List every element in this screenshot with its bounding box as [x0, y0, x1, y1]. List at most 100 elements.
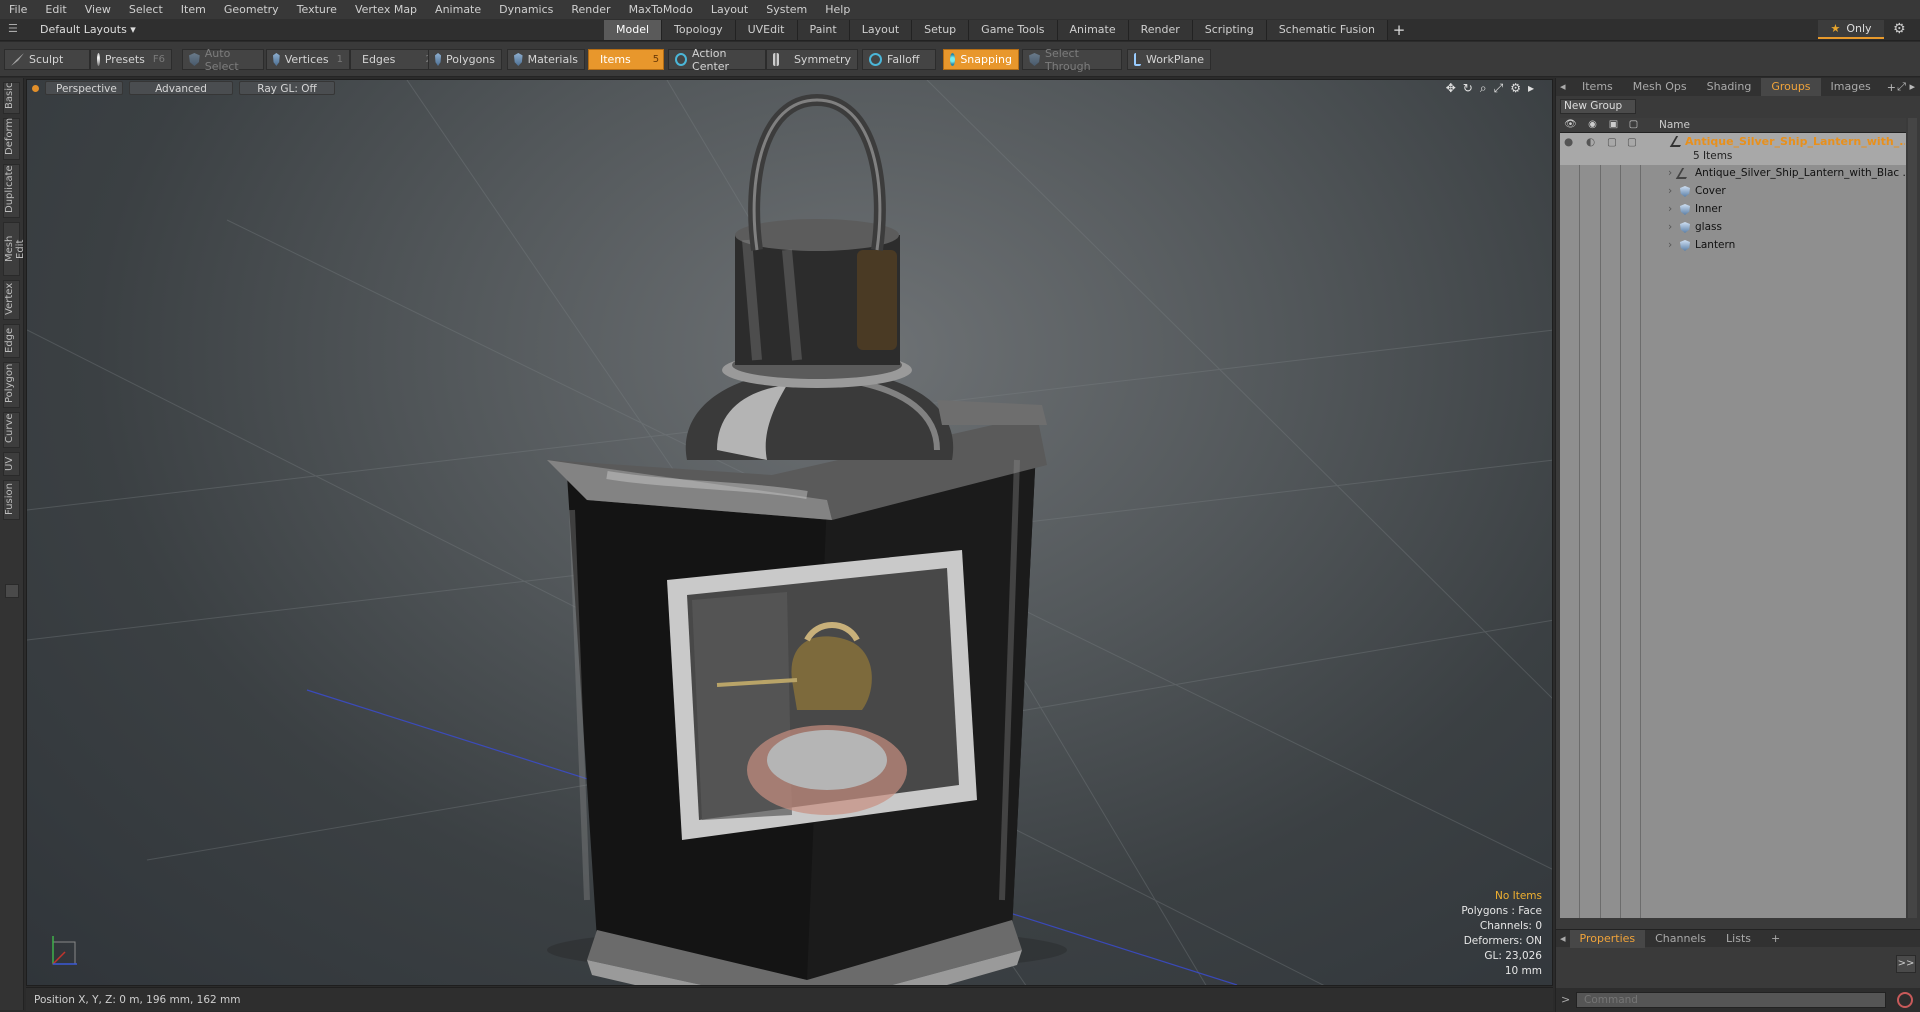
select-through-button[interactable]: Select Through [1022, 47, 1122, 73]
render-column-icon[interactable]: ◉ [1586, 119, 1599, 132]
expand-icon[interactable]: › [1668, 221, 1672, 233]
tab-groups[interactable]: Groups [1761, 78, 1821, 96]
left-tab-uv[interactable]: UV [3, 452, 20, 476]
left-tab-mesh-edit[interactable]: Mesh Edit [3, 222, 26, 276]
menu-dynamics[interactable]: Dynamics [490, 0, 562, 19]
menu-geometry[interactable]: Geometry [215, 0, 288, 19]
menu-texture[interactable]: Texture [288, 0, 346, 19]
left-tab-basic[interactable]: Basic [3, 82, 20, 114]
menu-maxtomodo[interactable]: MaxToModo [620, 0, 702, 19]
name-column-header[interactable]: Name [1659, 119, 1690, 131]
expand-properties-button[interactable]: >> [1896, 955, 1916, 973]
lock-column-icon[interactable]: ▣ [1607, 119, 1620, 132]
fit-icon[interactable]: ⤢ [1494, 81, 1504, 96]
add-properties-tab-button[interactable]: + [1761, 930, 1790, 948]
command-input[interactable] [1576, 992, 1886, 1008]
list-item[interactable]: › Inner [1560, 201, 1906, 219]
tab-setup[interactable]: Setup [912, 20, 970, 40]
zoom-icon[interactable]: ⌕ [1480, 81, 1487, 96]
command-record-icon[interactable] [1897, 992, 1913, 1008]
3d-viewport[interactable]: Perspective Advanced Ray GL: Off ✥ ↻ ⌕ ⤢… [26, 79, 1553, 986]
expand-icon[interactable]: › [1668, 203, 1672, 215]
left-tab-curve[interactable]: Curve [3, 412, 20, 448]
edges-button[interactable]: Edges2 [350, 49, 432, 70]
left-panel-toggle[interactable] [5, 584, 19, 598]
raygl-button[interactable]: Ray GL: Off [239, 81, 335, 95]
tab-layout[interactable]: Layout [849, 20, 913, 40]
action-center-button[interactable]: Action Center [668, 47, 766, 73]
menu-layout[interactable]: Layout [702, 0, 757, 19]
panel-menu-icon[interactable]: ◂ [1556, 78, 1572, 96]
tab-topology[interactable]: Topology [662, 20, 736, 40]
tab-channels[interactable]: Channels [1645, 930, 1716, 948]
tab-mesh-ops[interactable]: Mesh Ops [1623, 78, 1697, 96]
tab-game-tools[interactable]: Game Tools [969, 20, 1058, 40]
left-tab-fusion[interactable]: Fusion [3, 480, 20, 520]
presets-button[interactable]: Presets F6 [90, 49, 172, 70]
menu-select[interactable]: Select [120, 0, 172, 19]
new-group-button[interactable]: New Group [1560, 99, 1636, 114]
menu-render[interactable]: Render [562, 0, 619, 19]
left-tab-vertex[interactable]: Vertex [3, 280, 20, 320]
render-toggle-icon[interactable]: ◐ [1586, 136, 1595, 148]
viewport-expand-icon[interactable]: ▸ [1528, 81, 1534, 96]
tab-properties[interactable]: Properties [1569, 929, 1646, 948]
tab-schematic-fusion[interactable]: Schematic Fusion [1266, 20, 1389, 40]
viewport-settings-icon[interactable]: ⚙ [1510, 81, 1521, 96]
only-button[interactable]: ★ Only [1818, 20, 1884, 39]
properties-menu-icon[interactable]: ◂ [1556, 930, 1570, 948]
eye-icon[interactable]: ● [1564, 136, 1573, 148]
expand-icon[interactable]: › [1668, 167, 1672, 179]
groups-scrollbar[interactable] [1908, 118, 1917, 918]
rotate-icon[interactable]: ↻ [1463, 81, 1473, 96]
layout-selector[interactable]: Default Layouts ▾ [36, 21, 140, 38]
list-item[interactable]: › Lantern [1560, 237, 1906, 255]
list-item[interactable]: › Antique_Silver_Ship_Lantern_with_Blac … [1560, 165, 1906, 183]
tab-paint[interactable]: Paint [797, 20, 850, 40]
menu-animate[interactable]: Animate [426, 0, 490, 19]
symmetry-button[interactable]: Symmetry [766, 49, 858, 70]
panel-expand-icon[interactable]: ⤢ ▸ [1897, 80, 1915, 94]
left-tab-polygon[interactable]: Polygon [3, 362, 20, 408]
viewport-menu-icon[interactable] [32, 84, 39, 92]
visibility-column-icon[interactable]: 👁 [1564, 119, 1577, 132]
menu-view[interactable]: View [76, 0, 120, 19]
tab-shading[interactable]: Shading [1697, 78, 1762, 96]
layout-collapse-icon[interactable]: ☰ [8, 22, 22, 36]
view-perspective-button[interactable]: Perspective [45, 81, 123, 95]
group-row[interactable]: ● ◐ ▢ ▢ Antique_Silver_Ship_Lantern_with… [1560, 133, 1906, 165]
menu-file[interactable]: File [0, 0, 36, 19]
gear-icon[interactable]: ⚙ [1893, 21, 1906, 37]
materials-button[interactable]: Materials [507, 49, 585, 70]
expand-icon[interactable]: › [1668, 239, 1672, 251]
tab-uvedit[interactable]: UVEdit [735, 20, 798, 40]
items-button[interactable]: Items 5 [588, 49, 664, 70]
tab-render[interactable]: Render [1128, 20, 1193, 40]
select-toggle-icon[interactable]: ▢ [1627, 136, 1637, 148]
workplane-button[interactable]: WorkPlane [1127, 49, 1211, 70]
menu-item[interactable]: Item [172, 0, 215, 19]
tab-scripting[interactable]: Scripting [1192, 20, 1267, 40]
lock-toggle-icon[interactable]: ▢ [1607, 136, 1617, 148]
menu-edit[interactable]: Edit [36, 0, 75, 19]
command-history-icon[interactable]: > [1561, 993, 1570, 1006]
menu-vertex-map[interactable]: Vertex Map [346, 0, 426, 19]
sculpt-button[interactable]: Sculpt [4, 49, 90, 70]
left-tab-deform[interactable]: Deform [3, 118, 20, 160]
add-tab-button[interactable]: + [1388, 20, 1410, 40]
list-item[interactable]: › glass [1560, 219, 1906, 237]
tab-lists[interactable]: Lists [1716, 930, 1761, 948]
tab-model[interactable]: Model [604, 20, 663, 40]
auto-select-button[interactable]: Auto Select [182, 47, 264, 73]
snapping-button[interactable]: Snapping [943, 49, 1019, 70]
shading-advanced-button[interactable]: Advanced [129, 81, 233, 95]
expand-icon[interactable]: › [1668, 185, 1672, 197]
tab-images[interactable]: Images [1821, 78, 1881, 96]
left-tab-edge[interactable]: Edge [3, 324, 20, 358]
menu-help[interactable]: Help [816, 0, 859, 19]
left-tab-duplicate[interactable]: Duplicate [3, 164, 20, 218]
tab-animate[interactable]: Animate [1057, 20, 1129, 40]
select-column-icon[interactable]: ▢ [1627, 119, 1640, 132]
vertices-button[interactable]: Vertices 1 [266, 49, 350, 70]
falloff-button[interactable]: Falloff [862, 49, 936, 70]
